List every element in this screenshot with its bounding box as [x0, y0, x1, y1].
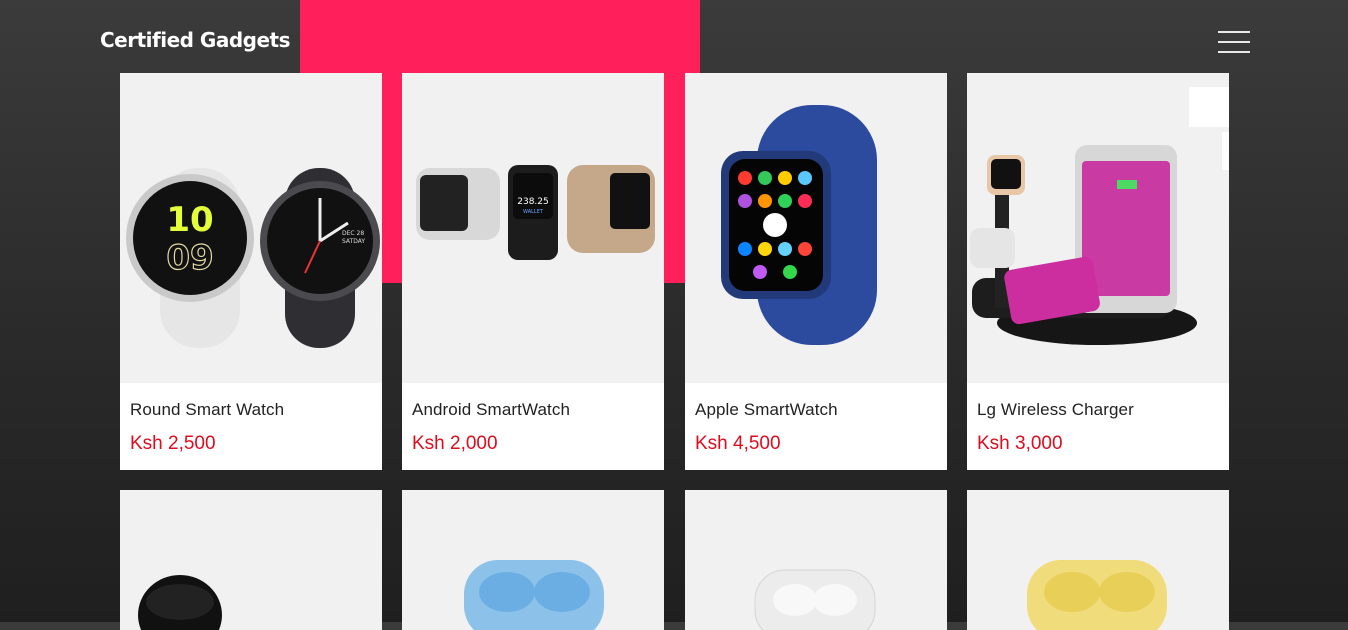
product-name[interactable]: Lg Wireless Charger	[977, 400, 1134, 420]
yellow-earbuds-image	[967, 490, 1229, 630]
watch-reading: 238.25	[517, 197, 549, 207]
overlay-tab	[1189, 87, 1229, 127]
product-card[interactable]	[685, 490, 947, 630]
android-smartwatch-image: 238.25 WALLET	[402, 73, 664, 383]
product-price: Ksh 3,000	[977, 433, 1063, 454]
product-name[interactable]: Round Smart Watch	[130, 400, 284, 420]
product-price: Ksh 2,500	[130, 433, 216, 454]
watch-day: SATDAY	[342, 238, 365, 245]
blue-earbuds-image	[402, 490, 664, 630]
round-smartwatch-image: 10 09 DEC 28 SATDAY	[120, 73, 382, 383]
apple-smartwatch-image	[685, 73, 947, 383]
product-name[interactable]: Apple SmartWatch	[695, 400, 838, 420]
product-card[interactable]: 238.25 WALLET Android SmartWatch Ksh 2,0…	[402, 73, 664, 470]
watch-date: DEC 28	[342, 230, 364, 237]
product-card[interactable]	[967, 490, 1229, 630]
hamburger-icon[interactable]	[1218, 31, 1250, 53]
product-price: Ksh 2,000	[412, 433, 498, 454]
product-name[interactable]: Android SmartWatch	[412, 400, 570, 420]
brand-logo[interactable]: Certified Gadgets	[100, 28, 291, 52]
product-card[interactable]: 10 09 DEC 28 SATDAY Round Smart Watch Ks…	[120, 73, 382, 470]
product-card[interactable]	[402, 490, 664, 630]
watch-time-hours: 10	[166, 200, 213, 240]
watch-time-minutes: 09	[166, 238, 213, 278]
product-price: Ksh 4,500	[695, 433, 781, 454]
product-card[interactable]: Apple SmartWatch Ksh 4,500	[685, 73, 947, 470]
white-earbuds-image	[685, 490, 947, 630]
overlay-tab	[1222, 132, 1229, 170]
watch-wallet-label: WALLET	[523, 209, 544, 215]
product-card[interactable]	[120, 490, 382, 630]
product-card[interactable]: Lg Wireless Charger Ksh 3,000	[967, 73, 1229, 470]
black-earbuds-image	[120, 490, 382, 630]
